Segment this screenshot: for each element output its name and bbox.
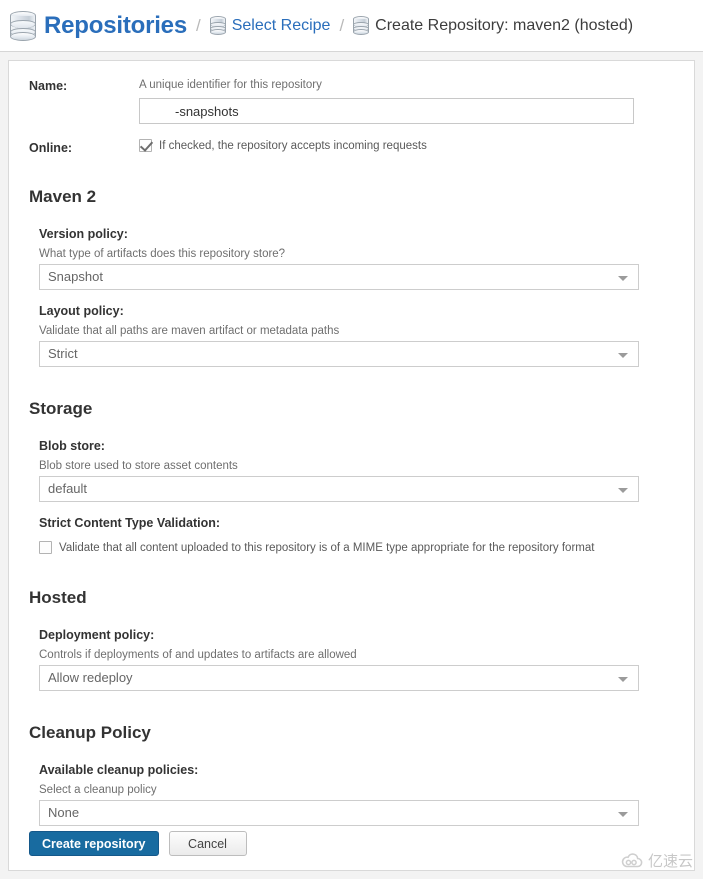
field-blob-store: Blob store: Blob store used to store ass… [29,439,694,502]
breadcrumb-header: Repositories / Select Recipe / Create Re… [0,0,703,52]
deployment-policy-label: Deployment policy: [39,628,155,642]
name-help-text: A unique identifier for this repository [139,79,322,91]
available-cleanup-policies-value: None [48,805,80,820]
version-policy-label: Version policy: [39,227,128,241]
online-checkbox-label: If checked, the repository accepts incom… [159,139,427,152]
blob-store-help: Blob store used to store asset contents [39,460,238,472]
chevron-down-icon[interactable] [618,812,628,817]
breadcrumb-item-create-repository: Create Repository: maven2 (hosted) [353,16,633,35]
section-title-cleanup-policy: Cleanup Policy [29,723,151,742]
field-row-online: Online: If checked, the repository accep… [9,139,694,155]
chevron-down-icon[interactable] [618,276,628,281]
chevron-down-icon[interactable] [618,353,628,358]
section-title-storage: Storage [29,399,93,418]
strict-content-type-label: Strict Content Type Validation: [39,516,221,530]
page-title: Repositories [44,11,187,39]
name-label: Name: [29,79,68,93]
breadcrumb-current-label: Create Repository: maven2 (hosted) [375,16,634,34]
strict-content-type-checkbox-label: Validate that all content uploaded to th… [59,541,595,554]
section-cleanup-policy: Cleanup Policy Available cleanup policie… [9,723,694,826]
layout-policy-help: Validate that all paths are maven artifa… [39,325,340,337]
database-icon [353,16,370,35]
chevron-down-icon[interactable] [618,488,628,493]
section-maven2: Maven 2 Version policy: What type of art… [9,187,694,367]
online-label: Online: [29,141,73,155]
field-row-name: Name: A unique identifier for this repos… [9,77,694,124]
version-policy-help: What type of artifacts does this reposit… [39,248,286,260]
create-repository-button[interactable]: Create repository [29,831,159,856]
form-actions: Create repository Cancel [9,831,694,856]
field-available-cleanup-policies: Available cleanup policies: Select a cle… [29,763,694,826]
database-icon [209,16,226,35]
database-icon [10,10,36,41]
breadcrumb-item-select-recipe[interactable]: Select Recipe [209,16,331,35]
breadcrumb-link-label[interactable]: Select Recipe [232,17,331,35]
online-checkbox[interactable] [139,139,152,152]
field-strict-content-type: Strict Content Type Validation: Validate… [29,516,694,554]
blob-store-label: Blob store: [39,439,105,453]
field-version-policy: Version policy: What type of artifacts d… [29,227,694,290]
section-hosted: Hosted Deployment policy: Controls if de… [9,588,694,691]
layout-policy-value: Strict [48,346,78,361]
deployment-policy-value: Allow redeploy [48,670,133,685]
strict-content-type-row[interactable]: Validate that all content uploaded to th… [39,541,694,554]
online-checkbox-row[interactable]: If checked, the repository accepts incom… [139,139,694,152]
breadcrumb-root[interactable]: Repositories [10,10,187,41]
version-policy-select[interactable]: Snapshot [39,264,639,290]
version-policy-value: Snapshot [48,269,103,284]
available-cleanup-policies-label: Available cleanup policies: [39,763,199,777]
blob-store-value: default [48,481,88,496]
section-title-hosted: Hosted [29,588,87,607]
available-cleanup-policies-help: Select a cleanup policy [39,784,157,796]
available-cleanup-policies-select[interactable]: None [39,800,639,826]
cancel-button[interactable]: Cancel [168,831,247,856]
chevron-down-icon[interactable] [618,677,628,682]
field-layout-policy: Layout policy: Validate that all paths a… [29,304,694,367]
field-deployment-policy: Deployment policy: Controls if deploymen… [29,628,694,691]
breadcrumb-separator-1: / [195,15,201,35]
blob-store-select[interactable]: default [39,476,639,502]
section-storage: Storage Blob store: Blob store used to s… [9,399,694,554]
page-body: Name: A unique identifier for this repos… [0,52,703,879]
breadcrumb-separator-2: / [339,15,345,35]
deployment-policy-help: Controls if deployments of and updates t… [39,649,357,661]
name-input[interactable] [139,98,634,124]
create-repository-panel: Name: A unique identifier for this repos… [8,60,695,871]
layout-policy-select[interactable]: Strict [39,341,639,367]
deployment-policy-select[interactable]: Allow redeploy [39,665,639,691]
layout-policy-label: Layout policy: [39,304,124,318]
strict-content-type-checkbox[interactable] [39,541,52,554]
section-title-maven2: Maven 2 [29,187,97,206]
